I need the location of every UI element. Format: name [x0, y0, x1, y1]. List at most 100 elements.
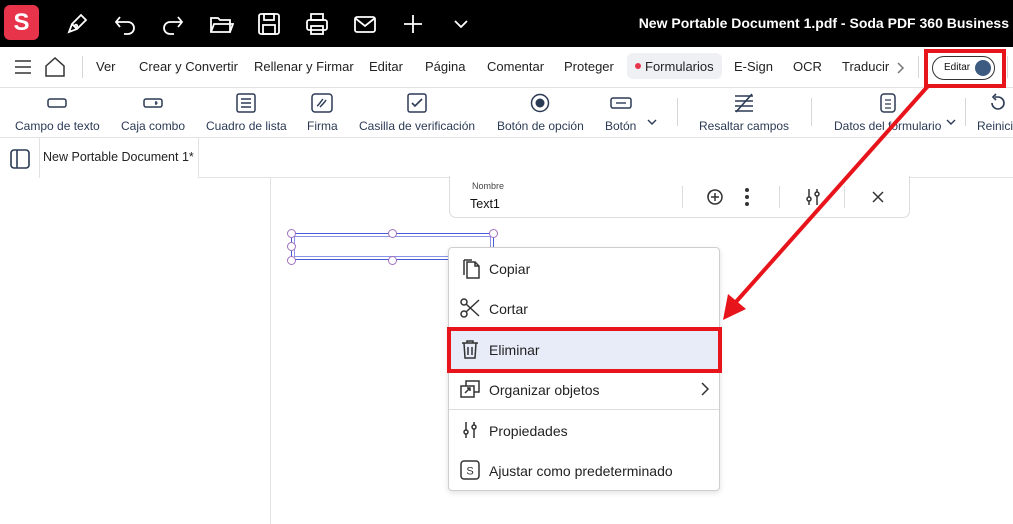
casilla-verificacion-button[interactable]: Casilla de verificación — [359, 92, 475, 133]
copy-menu-item[interactable]: Copiar — [449, 248, 719, 288]
panel-toggle-icon[interactable] — [9, 148, 31, 170]
campo-de-texto-button[interactable]: Campo de texto — [15, 92, 100, 133]
document-tab-bar: New Portable Document 1* — [40, 138, 1013, 178]
document-left-gutter — [0, 178, 271, 524]
chevron-right-icon — [701, 382, 710, 396]
mail-icon[interactable] — [352, 11, 378, 37]
boton-button[interactable]: Botón — [605, 92, 636, 133]
menu-bar: Ver Crear y Convertir Rellenar y Firmar … — [0, 47, 1013, 88]
menu-comentar[interactable]: Comentar — [487, 59, 544, 74]
reiniciar-button[interactable]: Reinicia — [977, 92, 1013, 133]
arrange-icon — [460, 380, 480, 398]
menu-formularios[interactable]: Formularios — [627, 53, 722, 79]
menu-item-label: Propiedades — [489, 423, 568, 439]
combo-box-icon — [143, 98, 163, 108]
plus-icon[interactable] — [400, 11, 426, 37]
field-name-value[interactable]: Text1 — [470, 197, 500, 211]
pen-icon[interactable] — [64, 11, 90, 37]
cut-menu-item[interactable]: Cortar — [449, 288, 719, 328]
resize-handle[interactable] — [287, 256, 296, 265]
field-name-label: Nombre — [472, 181, 505, 191]
more-options-icon[interactable] — [736, 186, 758, 208]
menu-item-label: Copiar — [489, 261, 531, 277]
home-icon[interactable] — [44, 56, 66, 78]
menu-crear-convertir[interactable]: Crear y Convertir — [139, 59, 238, 74]
caja-combo-button[interactable]: Caja combo — [121, 92, 185, 133]
cuadro-de-lista-button[interactable]: Cuadro de lista — [206, 92, 287, 133]
resize-handle[interactable] — [287, 242, 296, 251]
menu-editar[interactable]: Editar — [369, 59, 403, 74]
menu-item-label: Cortar — [489, 301, 528, 317]
ribbon-label: Reinicia — [977, 119, 1013, 133]
menu-esign[interactable]: E-Sign — [734, 59, 773, 74]
ribbon-separator — [677, 98, 678, 126]
panel-separator — [844, 186, 845, 208]
arrange-objects-menu-item[interactable]: Organizar objetos — [449, 369, 719, 409]
ribbon-label: Campo de texto — [15, 119, 100, 133]
save-icon[interactable] — [256, 11, 282, 37]
panel-separator — [682, 186, 683, 208]
ribbon-separator — [811, 98, 812, 126]
ribbon-label: Datos del formulario — [834, 119, 942, 133]
radio-button-icon — [531, 93, 550, 113]
svg-text:S: S — [466, 466, 473, 478]
properties-sliders-icon[interactable] — [802, 186, 824, 208]
resize-handle[interactable] — [489, 229, 498, 238]
ribbon-toolbar: Campo de texto Caja combo Cuadro de list… — [0, 88, 1013, 138]
ribbon-label: Cuadro de lista — [206, 119, 287, 133]
scissors-icon — [460, 298, 480, 318]
chevron-down-icon[interactable] — [646, 118, 658, 126]
redo-icon[interactable] — [160, 11, 186, 37]
close-icon[interactable] — [867, 186, 889, 208]
print-icon[interactable] — [304, 11, 330, 37]
checkbox-icon — [407, 93, 427, 113]
chevron-right-icon[interactable] — [895, 61, 907, 75]
resize-handle[interactable] — [287, 229, 296, 238]
menu-separator — [918, 56, 919, 78]
reset-icon — [991, 93, 1006, 110]
text-field-icon — [47, 98, 68, 108]
menu-ver[interactable]: Ver — [96, 59, 116, 74]
field-panel: Nombre Text1 — [449, 176, 910, 218]
datos-formulario-button[interactable]: Datos del formulario — [834, 92, 941, 133]
chevron-down-icon[interactable] — [448, 11, 474, 37]
properties-sliders-icon — [463, 422, 477, 438]
signature-icon — [311, 93, 334, 113]
menu-traducir[interactable]: Traducir — [842, 59, 889, 74]
resize-handle[interactable] — [388, 229, 397, 238]
add-action-icon[interactable] — [703, 186, 725, 208]
document-tab[interactable]: New Portable Document 1* — [40, 138, 199, 178]
set-default-menu-item[interactable]: S Ajustar como predeterminado — [449, 450, 719, 490]
menu-proteger[interactable]: Proteger — [564, 59, 614, 74]
menu-item-label: Ajustar como predeterminado — [489, 463, 673, 479]
app-logo[interactable]: S — [4, 5, 39, 40]
resize-handle[interactable] — [388, 256, 397, 265]
ribbon-label: Resaltar campos — [699, 119, 790, 133]
ribbon-label: Casilla de verificación — [359, 119, 476, 133]
ribbon-separator — [965, 98, 966, 126]
properties-menu-item[interactable]: Propiedades — [449, 410, 719, 450]
firma-button[interactable]: Firma — [307, 92, 338, 133]
menu-ocr[interactable]: OCR — [793, 59, 822, 74]
resaltar-campos-button[interactable]: Resaltar campos — [699, 92, 789, 133]
menu-separator — [82, 56, 83, 78]
soda-default-icon: S — [460, 460, 480, 480]
menu-pagina[interactable]: Página — [425, 59, 465, 74]
ribbon-label: Botón de opción — [497, 119, 584, 133]
undo-icon[interactable] — [112, 11, 138, 37]
open-folder-icon[interactable] — [208, 11, 235, 37]
ribbon-label: Firma — [307, 119, 338, 133]
highlight-fields-icon — [735, 93, 754, 113]
window-title: New Portable Document 1.pdf - Soda PDF 3… — [638, 15, 1009, 31]
chevron-down-icon[interactable] — [945, 118, 957, 126]
menu-item-label: Organizar objetos — [489, 382, 600, 398]
button-icon — [609, 97, 632, 109]
ribbon-label: Botón — [605, 119, 637, 133]
menu-rellenar-firmar[interactable]: Rellenar y Firmar — [254, 59, 354, 74]
copy-icon — [463, 259, 480, 279]
list-box-icon — [236, 93, 257, 113]
hamburger-icon[interactable] — [14, 59, 32, 75]
menu-separator — [1007, 56, 1008, 78]
annotation-highlight-edit-toggle — [924, 49, 1006, 88]
boton-de-opcion-button[interactable]: Botón de opción — [497, 92, 584, 133]
